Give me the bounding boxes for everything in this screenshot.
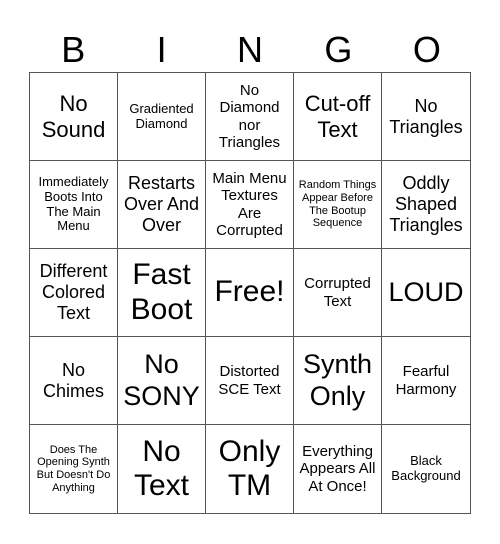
bingo-cell-o3[interactable]: LOUD (382, 249, 470, 337)
bingo-cell-i1[interactable]: Gradiented Diamond (118, 73, 206, 161)
cell-label: Black Background (391, 453, 461, 483)
cell-label: Synth Only (302, 349, 373, 411)
cell-label: No Text (133, 434, 190, 503)
bingo-cell-n4[interactable]: Distorted SCE Text (206, 337, 294, 425)
free-space-cell[interactable]: Free! (206, 249, 294, 337)
cell-label: No Sound (41, 91, 106, 142)
header-letter-g: G (324, 29, 353, 70)
bingo-cell-i2[interactable]: Restarts Over And Over (118, 161, 206, 249)
bingo-cell-g5[interactable]: Everything Appears All At Once! (294, 425, 382, 513)
cell-label: Gradiented Diamond (129, 100, 194, 131)
bingo-cell-o2[interactable]: Oddly Shaped Triangles (382, 161, 470, 249)
bingo-cell-n5[interactable]: Only TM (206, 425, 294, 513)
cell-label: No Triangles (389, 95, 463, 137)
cell-label: Only TM (218, 434, 281, 503)
bingo-cell-b2[interactable]: Immediately Boots Into The Main Menu (30, 161, 118, 249)
bingo-cell-i3[interactable]: Fast Boot (118, 249, 206, 337)
bingo-cell-b4[interactable]: No Chimes (30, 337, 118, 425)
cell-label: No Chimes (42, 359, 104, 401)
bingo-cell-b1[interactable]: No Sound (30, 73, 118, 161)
cell-label: No Diamond nor Triangles (218, 82, 281, 151)
header-letter-i: I (156, 29, 167, 70)
bingo-cell-o4[interactable]: Fearful Harmony (382, 337, 470, 425)
bingo-cell-g3[interactable]: Corrupted Text (294, 249, 382, 337)
bingo-cell-b3[interactable]: Different Colored Text (30, 249, 118, 337)
header-letter-b: B (61, 29, 86, 70)
cell-label: Random Things Appear Before The Bootup S… (298, 179, 377, 230)
bingo-header: B I N G O (29, 28, 471, 72)
cell-label: Oddly Shaped Triangles (389, 173, 463, 235)
bingo-cell-n1[interactable]: No Diamond nor Triangles (206, 73, 294, 161)
bingo-cell-g2[interactable]: Random Things Appear Before The Bootup S… (294, 161, 382, 249)
bingo-grid: No Sound Gradiented Diamond No Diamond nor… (29, 72, 471, 514)
bingo-cell-b5[interactable]: Does The Opening Synth But Doesn't Do An… (30, 425, 118, 513)
bingo-cell-o5[interactable]: Black Background (382, 425, 470, 513)
header-letter-o: O (412, 29, 441, 70)
bingo-cell-o1[interactable]: No Triangles (382, 73, 470, 161)
cell-label: Free! (214, 275, 285, 309)
cell-label: Main Menu Textures Are Corrupted (212, 170, 287, 239)
cell-label: Immediately Boots Into The Main Menu (38, 173, 109, 234)
bingo-cell-g1[interactable]: Cut-off Text (294, 73, 382, 161)
header-letter-n: N (237, 29, 264, 70)
cell-label: Different Colored Text (39, 261, 108, 323)
bingo-cell-i4[interactable]: No SONY (118, 337, 206, 425)
bingo-cell-n2[interactable]: Main Menu Textures Are Corrupted (206, 161, 294, 249)
cell-label: Fast Boot (130, 258, 193, 326)
cell-label: Everything Appears All At Once! (299, 443, 376, 495)
cell-label: No SONY (123, 349, 200, 411)
cell-label: Distorted SCE Text (218, 363, 281, 398)
cell-label: Corrupted Text (304, 275, 371, 310)
cell-label: Does The Opening Synth But Doesn't Do An… (36, 443, 111, 494)
cell-label: Cut-off Text (304, 91, 371, 142)
cell-label: LOUD (388, 276, 464, 307)
cell-label: Restarts Over And Over (123, 173, 200, 235)
cell-label: Fearful Harmony (395, 363, 457, 398)
bingo-cell-i5[interactable]: No Text (118, 425, 206, 513)
bingo-cell-g4[interactable]: Synth Only (294, 337, 382, 425)
